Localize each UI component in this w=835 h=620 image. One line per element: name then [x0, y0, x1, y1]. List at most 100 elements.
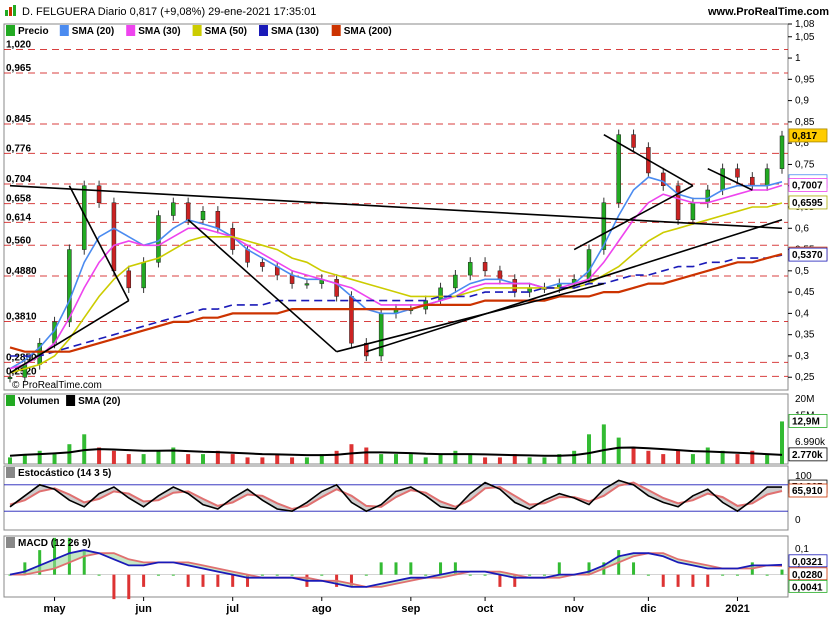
volume-bar: [364, 447, 369, 464]
macd-histogram-bar: [275, 574, 279, 576]
volume-bar: [290, 457, 295, 464]
macd-histogram-bar: [394, 562, 398, 575]
stochastic-badge-text: 65,910: [792, 486, 823, 497]
price-candle: [764, 168, 770, 186]
price-candle: [705, 189, 711, 203]
volume-bar: [616, 437, 621, 464]
price-axis-tick-label: 0,45: [795, 287, 815, 298]
price-axis-tick-label: 1,05: [795, 32, 815, 43]
legend-label: SMA (20): [72, 26, 114, 37]
price-level-label: 0,658: [6, 194, 31, 205]
price-axis-tick-label: 1,08: [795, 19, 815, 30]
volume-axis-tick-label: 6.990k: [795, 437, 826, 448]
price-candle: [141, 262, 146, 289]
price-candle: [631, 134, 636, 148]
volume-bar: [780, 421, 784, 464]
price-axis-tick-label: 0,4: [795, 308, 809, 319]
price-candle: [126, 270, 132, 289]
volume-bar: [8, 457, 12, 464]
price-candle: [586, 249, 592, 280]
volume-bar: [304, 457, 309, 464]
volume-bar: [705, 447, 710, 464]
stock-chart: 1,020 0,965 0,845 0,776 0,704 0,658 0,614 0,560…: [3, 19, 828, 615]
legend-swatch: [6, 25, 15, 36]
x-axis-month-label: jul: [225, 603, 239, 615]
volume-bar: [67, 444, 72, 464]
macd-histogram-bar: [498, 574, 502, 587]
volume-bar: [334, 450, 339, 464]
legend-swatch: [192, 25, 202, 36]
macd-histogram-bar: [676, 574, 680, 587]
price-candle: [171, 202, 176, 216]
volume-bar: [379, 454, 384, 464]
macd-histogram-bar: [156, 574, 160, 576]
price-candle: [22, 364, 28, 378]
volume-bar: [141, 454, 146, 464]
price-candle: [334, 279, 339, 297]
legend-label: SMA (50): [205, 26, 247, 37]
legend-label: Estocástico (14 3 5): [18, 468, 111, 479]
legend-swatch: [126, 25, 136, 36]
legend-swatch: [259, 25, 268, 36]
volume-bar: [245, 457, 250, 464]
price-level-label: 0,965: [6, 63, 31, 74]
price-badge: 0,5370: [788, 247, 828, 262]
macd-histogram-bar: [721, 574, 725, 576]
volume-bar: [111, 450, 116, 464]
volume-bar: [260, 457, 265, 464]
legend-label: Precio: [18, 26, 49, 37]
macd-histogram-bar: [364, 574, 368, 576]
volume-bar: [587, 434, 591, 464]
x-axis-month-label: ago: [312, 603, 332, 615]
price-axis-tick-label: 0,3: [795, 351, 809, 362]
price-candle: [111, 202, 117, 272]
volume-bar: [542, 457, 547, 464]
volume-bar: [394, 454, 398, 464]
macd-histogram-bar: [379, 562, 383, 575]
macd-badge-text: 0,0041: [792, 582, 823, 593]
volume-bar: [527, 457, 532, 464]
macd-histogram-bar: [186, 574, 190, 587]
macd-badge: 0,0321: [788, 554, 828, 568]
volume-bar: [201, 454, 205, 464]
legend-label: SMA (30): [138, 26, 180, 37]
price-badge: 0,817: [788, 128, 828, 143]
macd-histogram-bar: [646, 574, 650, 576]
price-candle: [215, 211, 221, 229]
price-badge-text: 0,7007: [792, 180, 823, 191]
x-axis-month-label: jun: [134, 603, 152, 615]
macd-histogram-bar: [409, 562, 413, 575]
volume-bar: [275, 454, 280, 464]
price-level-label: 0,614: [6, 212, 31, 223]
volume-bar: [423, 457, 428, 464]
price-axis-tick-label: 0,25: [795, 372, 815, 383]
legend-swatch: [59, 25, 69, 36]
legend-swatch: [331, 25, 341, 36]
macd-badge: 0,0280: [788, 567, 828, 581]
price-axis-tick-label: 0,5: [795, 266, 809, 277]
price-candle: [735, 168, 740, 178]
macd-histogram-bar: [260, 574, 264, 576]
macd-histogram-bar: [691, 574, 695, 587]
price-badge: 0,7007: [788, 178, 828, 192]
volume-axis-tick-label: 20M: [795, 394, 814, 405]
legend-label: SMA (200): [344, 26, 392, 37]
price-badge-text: 0,6595: [792, 198, 823, 209]
price-candle: [482, 262, 488, 272]
price-candle: [750, 176, 755, 186]
x-axis-month-label: may: [44, 603, 67, 615]
price-candle: [720, 168, 725, 191]
price-badge-text: 0,5370: [792, 250, 823, 261]
price-candle: [438, 287, 443, 301]
volume-bar: [661, 454, 666, 464]
macd-histogram-bar: [735, 574, 739, 576]
price-level-label: 0,4880: [6, 266, 37, 277]
legend-label: Volumen: [18, 396, 59, 407]
volume-bar: [126, 454, 131, 464]
price-candle: [690, 202, 696, 221]
x-axis-month-label: nov: [564, 603, 584, 615]
watermark: © ProRealTime.com: [12, 380, 102, 391]
volume-bar: [690, 454, 695, 464]
macd-histogram-bar: [216, 574, 220, 587]
price-candle: [453, 274, 458, 289]
